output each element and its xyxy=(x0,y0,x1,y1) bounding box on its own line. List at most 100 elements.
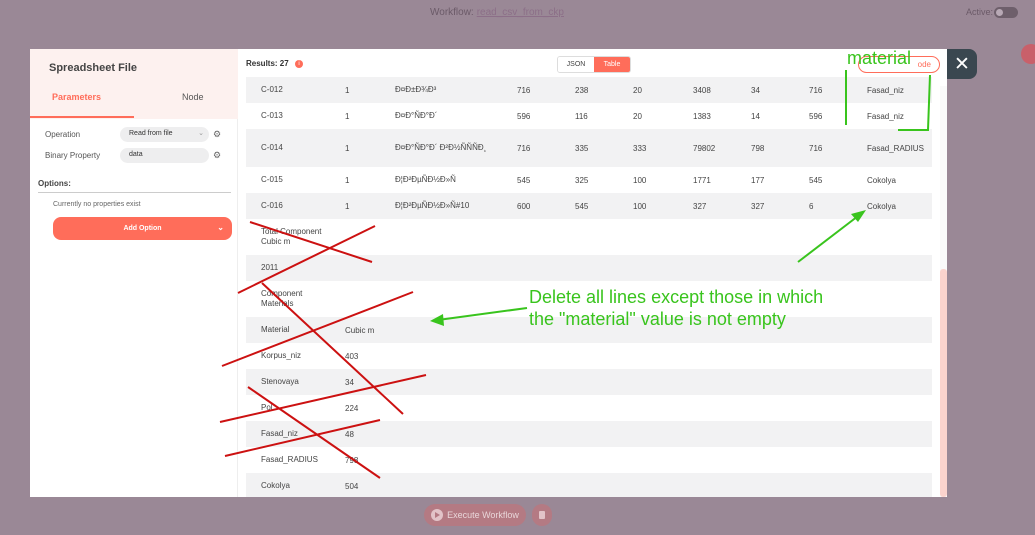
table-cell xyxy=(794,369,852,395)
table-cell: 116 xyxy=(560,103,618,129)
info-icon[interactable]: i xyxy=(295,60,303,68)
table-cell xyxy=(618,255,678,281)
table-row: C-012 1 Ð¤Ð±Ð¾Ð³ 716 238 20 3408 34 716 Fasad_niz xyxy=(246,77,932,103)
table-cell xyxy=(380,219,502,255)
gears-icon[interactable]: ⚙ xyxy=(213,129,221,140)
table-cell xyxy=(736,395,794,421)
table-cell: Stenovaya xyxy=(246,369,330,395)
table-cell xyxy=(560,395,618,421)
table-cell: 20 xyxy=(618,103,678,129)
table-cell: Component Materials xyxy=(246,281,330,317)
table-cell: 2011 xyxy=(246,255,330,281)
table-row: Stenovaya 34 xyxy=(246,369,932,395)
table-cell: 716 xyxy=(502,129,560,167)
table-cell: Ð¦Ð²ÐµÑÐ½Ð»Ñ#10 xyxy=(380,193,502,219)
table-cell xyxy=(560,343,618,369)
add-option-label: Add Option xyxy=(123,225,162,232)
table-row: C-014 1 Ð¤Ð°ÑÐ°Ð´ Ð²Ð½ÑÑÑÐ¸ 716 335 333 79802 7… xyxy=(246,129,932,167)
app-topbar: Workflow: read_csv_from_ckp Active: xyxy=(0,0,1035,26)
table-cell: 716 xyxy=(794,77,852,103)
gears-icon[interactable]: ⚙ xyxy=(213,150,221,161)
table-cell xyxy=(678,395,736,421)
close-icon: ✕ xyxy=(954,53,970,75)
table-row: Korpus_niz 403 xyxy=(246,343,932,369)
table-cell xyxy=(618,395,678,421)
table-cell xyxy=(678,343,736,369)
table-cell xyxy=(678,219,736,255)
table-cell xyxy=(560,447,618,473)
scrollbar-thumb[interactable] xyxy=(940,269,947,497)
execute-workflow-label: Execute Workflow xyxy=(447,510,519,520)
table-cell: C-015 xyxy=(246,167,330,193)
table-cell: 545 xyxy=(560,193,618,219)
add-option-button[interactable]: Add Option ⌄ xyxy=(53,217,232,240)
table-cell xyxy=(560,369,618,395)
table-cell xyxy=(502,421,560,447)
active-toggle[interactable] xyxy=(994,7,1018,18)
table-cell xyxy=(330,219,380,255)
table-cell: Ð¦Ð²ÐµÑÐ½Ð»Ñ xyxy=(380,167,502,193)
table-cell xyxy=(380,317,502,343)
table-cell xyxy=(852,281,932,317)
json-view-button[interactable]: JSON xyxy=(558,57,594,72)
execute-workflow-button[interactable]: Execute Workflow xyxy=(424,504,526,526)
play-icon xyxy=(431,509,444,521)
workflow-name[interactable]: read_csv_from_ckp xyxy=(477,7,564,18)
view-toggle: JSON Table xyxy=(557,56,631,73)
table-cell xyxy=(794,219,852,255)
options-divider xyxy=(38,192,231,193)
table-cell: 6 xyxy=(794,193,852,219)
table-cell xyxy=(852,219,932,255)
tab-parameters[interactable]: Parameters xyxy=(52,92,101,102)
table-cell: 20 xyxy=(618,77,678,103)
table-row: C-016 1 Ð¦Ð²ÐµÑÐ½Ð»Ñ#10 600 545 100 327 327 6 Cok… xyxy=(246,193,932,219)
operation-value: Read from file xyxy=(129,130,173,137)
operation-label: Operation xyxy=(45,130,81,139)
table-cell: 504 xyxy=(330,473,380,497)
table-cell: Ð¤Ð°ÑÐ°Ð´ xyxy=(380,103,502,129)
parameters-panel: Spreadsheet File Parameters Node Operati… xyxy=(30,49,238,497)
table-cell: C-016 xyxy=(246,193,330,219)
binary-property-input[interactable]: data xyxy=(120,148,209,163)
active-tab-indicator xyxy=(30,116,134,118)
table-row: 2011 xyxy=(246,255,932,281)
table-cell: Fasad_RADIUS xyxy=(246,447,330,473)
table-cell: 1 xyxy=(330,103,380,129)
table-cell: 716 xyxy=(502,77,560,103)
close-modal-button[interactable]: ✕ xyxy=(947,49,977,79)
table-cell: Cubic m xyxy=(330,317,380,343)
table-cell: 327 xyxy=(678,193,736,219)
table-cell xyxy=(380,343,502,369)
table-cell: 596 xyxy=(794,103,852,129)
table-cell xyxy=(618,219,678,255)
table-cell: 327 xyxy=(736,193,794,219)
table-cell xyxy=(502,395,560,421)
table-cell xyxy=(852,369,932,395)
table-cell xyxy=(736,255,794,281)
table-view-button[interactable]: Table xyxy=(594,57,630,72)
table-cell xyxy=(852,447,932,473)
delete-workflow-button[interactable] xyxy=(532,504,552,526)
table-cell xyxy=(852,317,932,343)
table-cell: 14 xyxy=(736,103,794,129)
table-cell xyxy=(852,395,932,421)
table-cell xyxy=(794,421,852,447)
table-cell: 1 xyxy=(330,77,380,103)
table-cell: 716 xyxy=(794,129,852,167)
table-cell: 1771 xyxy=(678,167,736,193)
chevron-down-icon: ⌄ xyxy=(217,223,224,232)
table-cell: 34 xyxy=(736,77,794,103)
tab-node[interactable]: Node xyxy=(182,92,204,102)
table-row: C-015 1 Ð¦Ð²ÐµÑÐ½Ð»Ñ 545 325 100 1771 177 545 Cok… xyxy=(246,167,932,193)
table-cell: Cokolya xyxy=(246,473,330,497)
table-cell xyxy=(380,473,502,497)
table-cell: 798 xyxy=(330,447,380,473)
table-cell xyxy=(502,343,560,369)
table-cell xyxy=(502,473,560,497)
table-cell: C-012 xyxy=(246,77,330,103)
table-cell xyxy=(618,447,678,473)
table-cell xyxy=(502,447,560,473)
table-cell xyxy=(560,421,618,447)
operation-select[interactable]: Read from file ⌄ xyxy=(120,127,209,142)
table-cell xyxy=(852,421,932,447)
